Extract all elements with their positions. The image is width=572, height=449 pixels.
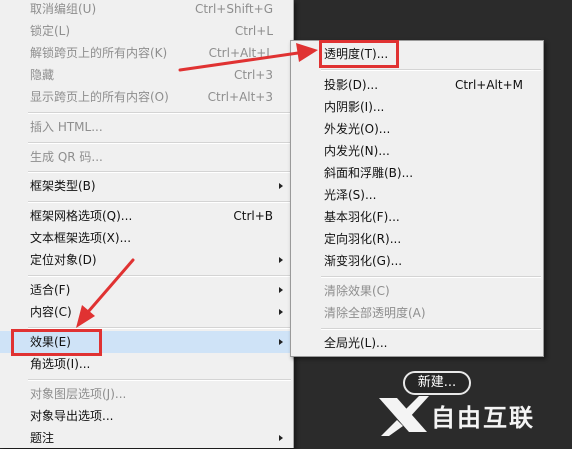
watermark-text: 自由互联: [431, 404, 535, 432]
annotation-arrow-to-effects: [76, 258, 135, 328]
annotation-arrows: [76, 43, 318, 328]
watermark-logo: 自由互联: [375, 392, 572, 442]
x-logo-icon: [379, 396, 429, 436]
annotation-arrow-to-transparency: [178, 43, 318, 72]
